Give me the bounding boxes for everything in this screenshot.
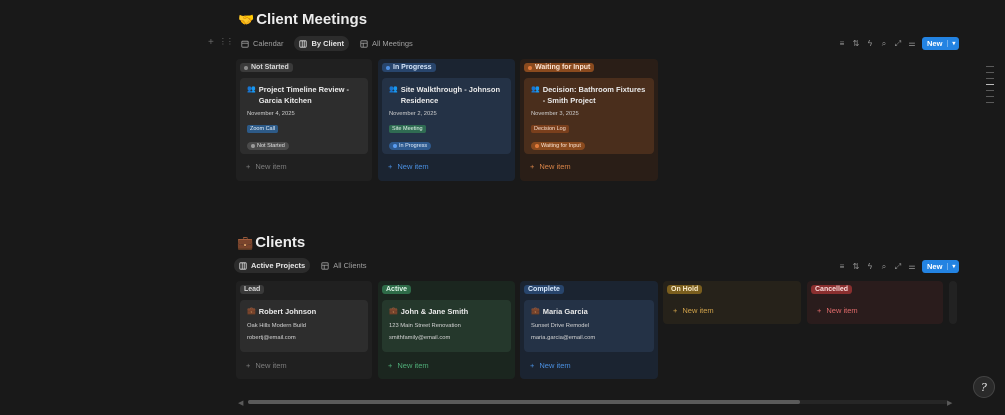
meeting-card[interactable]: 👥 Decision: Bathroom Fixtures - Smith Pro… — [524, 78, 654, 154]
status-badge: Waiting for Input — [531, 142, 585, 150]
briefcase-icon: 💼 — [531, 308, 540, 315]
board-column-not-started: Not Started 👥 Project Timeline Review - G… — [236, 59, 372, 181]
horizontal-scrollbar-thumb[interactable] — [248, 400, 800, 404]
block-handle[interactable]: + ⋮⋮ — [208, 37, 234, 48]
meetings-toolbar: ≡ ⇅ ϟ ⌕ ⤢ ⚌ New ▾ — [838, 37, 960, 50]
plus-icon: + — [246, 361, 251, 370]
column-header: Active — [382, 285, 412, 294]
expand-icon[interactable]: ⤢ — [894, 39, 902, 48]
tab-active-projects[interactable]: Active Projects — [234, 258, 311, 273]
new-item-button[interactable]: + New item — [246, 162, 287, 171]
client-card[interactable]: 💼 Maria Garcia Sunset Drive Remodel maria… — [524, 300, 654, 352]
table-icon — [360, 39, 368, 48]
board-column-cancelled: Cancelled + New item — [807, 281, 943, 324]
board-column-waiting-for-input: Waiting for Input 👥 Decision: Bathroom Fi… — [520, 59, 658, 181]
calendar-icon — [241, 40, 249, 48]
board-column-in-progress: In Progress 👥 Site Walkthrough - Johnson … — [378, 59, 515, 181]
briefcase-icon: 💼 — [247, 308, 256, 315]
meeting-type-tag: Zoom Call — [247, 125, 279, 133]
people-icon: 👥 — [531, 86, 540, 93]
board-column-active: Active 💼 John & Jane Smith 123 Main Stree… — [378, 281, 515, 379]
plus-icon: + — [673, 306, 678, 315]
clients-title-text: Clients — [255, 234, 306, 251]
filter-icon[interactable]: ≡ — [838, 39, 846, 48]
meetings-title-text: Client Meetings — [256, 11, 368, 28]
briefcase-icon: 💼 — [389, 308, 398, 315]
briefcase-icon: 💼 — [237, 234, 254, 250]
meeting-type-tag: Decision Log — [531, 125, 569, 133]
status-dot-icon — [386, 65, 390, 70]
tab-all-meetings[interactable]: All Meetings — [355, 36, 418, 51]
tab-all-clients[interactable]: All Clients — [316, 258, 371, 273]
add-block-icon[interactable]: + — [208, 37, 214, 48]
new-item-button[interactable]: + New item — [817, 306, 858, 315]
help-button[interactable]: ? — [973, 376, 995, 398]
expand-icon[interactable]: ⤢ — [894, 262, 902, 271]
column-header: Complete — [524, 285, 564, 294]
new-item-button[interactable]: + New item — [246, 361, 287, 370]
outline-markers[interactable] — [986, 66, 994, 103]
column-header: On Hold — [667, 285, 703, 294]
scroll-left-icon[interactable]: ◀ — [238, 399, 243, 407]
settings-icon[interactable]: ⚌ — [908, 262, 916, 271]
tab-calendar[interactable]: Calendar — [236, 36, 288, 51]
new-item-button[interactable]: + New item — [530, 162, 571, 171]
column-header: Waiting for Input — [524, 63, 595, 72]
column-header: Lead — [240, 285, 265, 294]
sort-icon[interactable]: ⇅ — [852, 262, 860, 271]
board-column-complete: Complete 💼 Maria Garcia Sunset Drive Remo… — [520, 281, 658, 379]
scroll-right-icon[interactable]: ▶ — [947, 399, 952, 407]
meetings-title: 🤝 Client Meetings — [238, 11, 367, 28]
board-icon — [299, 39, 308, 48]
plus-icon: + — [530, 361, 535, 370]
status-dot-icon — [244, 65, 248, 70]
people-icon: 👥 — [389, 86, 398, 93]
board-icon — [239, 261, 247, 270]
help-icon: ? — [981, 380, 987, 394]
plus-icon: + — [817, 306, 822, 315]
new-item-button[interactable]: + New item — [673, 306, 714, 315]
column-header: In Progress — [382, 63, 436, 72]
tab-by-client[interactable]: By Client — [294, 36, 349, 51]
meeting-card[interactable]: 👥 Project Timeline Review - Garcia Kitche… — [240, 78, 368, 154]
client-card[interactable]: 💼 John & Jane Smith 123 Main Street Renov… — [382, 300, 511, 352]
chevron-down-icon[interactable]: ▾ — [947, 40, 959, 47]
status-badge: Not Started — [247, 142, 289, 150]
meetings-view-tabs: Calendar By Client All Meetings — [236, 36, 418, 51]
board-column-lead: Lead 💼 Robert Johnson Oak Hills Modern Bu… — [236, 281, 372, 379]
client-card[interactable]: 💼 Robert Johnson Oak Hills Modern Build r… — [240, 300, 368, 352]
column-header: Not Started — [240, 63, 293, 72]
search-icon[interactable]: ⌕ — [880, 39, 888, 48]
search-icon[interactable]: ⌕ — [880, 262, 888, 271]
status-badge: In Progress — [389, 142, 432, 150]
handshake-icon: 🤝 — [238, 11, 255, 27]
sort-icon[interactable]: ⇅ — [852, 39, 860, 48]
clients-title: 💼 Clients — [237, 234, 305, 251]
chevron-down-icon[interactable]: ▾ — [947, 263, 959, 270]
plus-icon: + — [388, 361, 393, 370]
filter-icon[interactable]: ≡ — [838, 262, 846, 271]
table-icon — [321, 261, 329, 270]
automation-icon[interactable]: ϟ — [866, 262, 874, 271]
settings-icon[interactable]: ⚌ — [908, 39, 916, 48]
meetings-new-button[interactable]: New ▾ — [922, 37, 960, 50]
board-column-hidden-partial — [949, 281, 957, 324]
meeting-type-tag: Site Meeting — [389, 125, 426, 133]
meeting-card[interactable]: 👥 Site Walkthrough - Johnson Residence No… — [382, 78, 511, 154]
new-item-button[interactable]: + New item — [388, 361, 429, 370]
new-item-button[interactable]: + New item — [530, 361, 571, 370]
people-icon: 👥 — [247, 86, 256, 93]
plus-icon: + — [530, 162, 535, 171]
status-dot-icon — [528, 65, 532, 70]
board-column-on-hold: On Hold + New item — [663, 281, 801, 324]
clients-view-tabs: Active Projects All Clients — [234, 258, 372, 273]
clients-toolbar: ≡ ⇅ ϟ ⌕ ⤢ ⚌ New ▾ — [838, 260, 960, 273]
drag-handle-icon[interactable]: ⋮⋮ — [219, 37, 234, 48]
new-item-button[interactable]: + New item — [388, 162, 429, 171]
plus-icon: + — [246, 162, 251, 171]
plus-icon: + — [388, 162, 393, 171]
column-header: Cancelled — [811, 285, 853, 294]
automation-icon[interactable]: ϟ — [866, 39, 874, 48]
clients-new-button[interactable]: New ▾ — [922, 260, 960, 273]
